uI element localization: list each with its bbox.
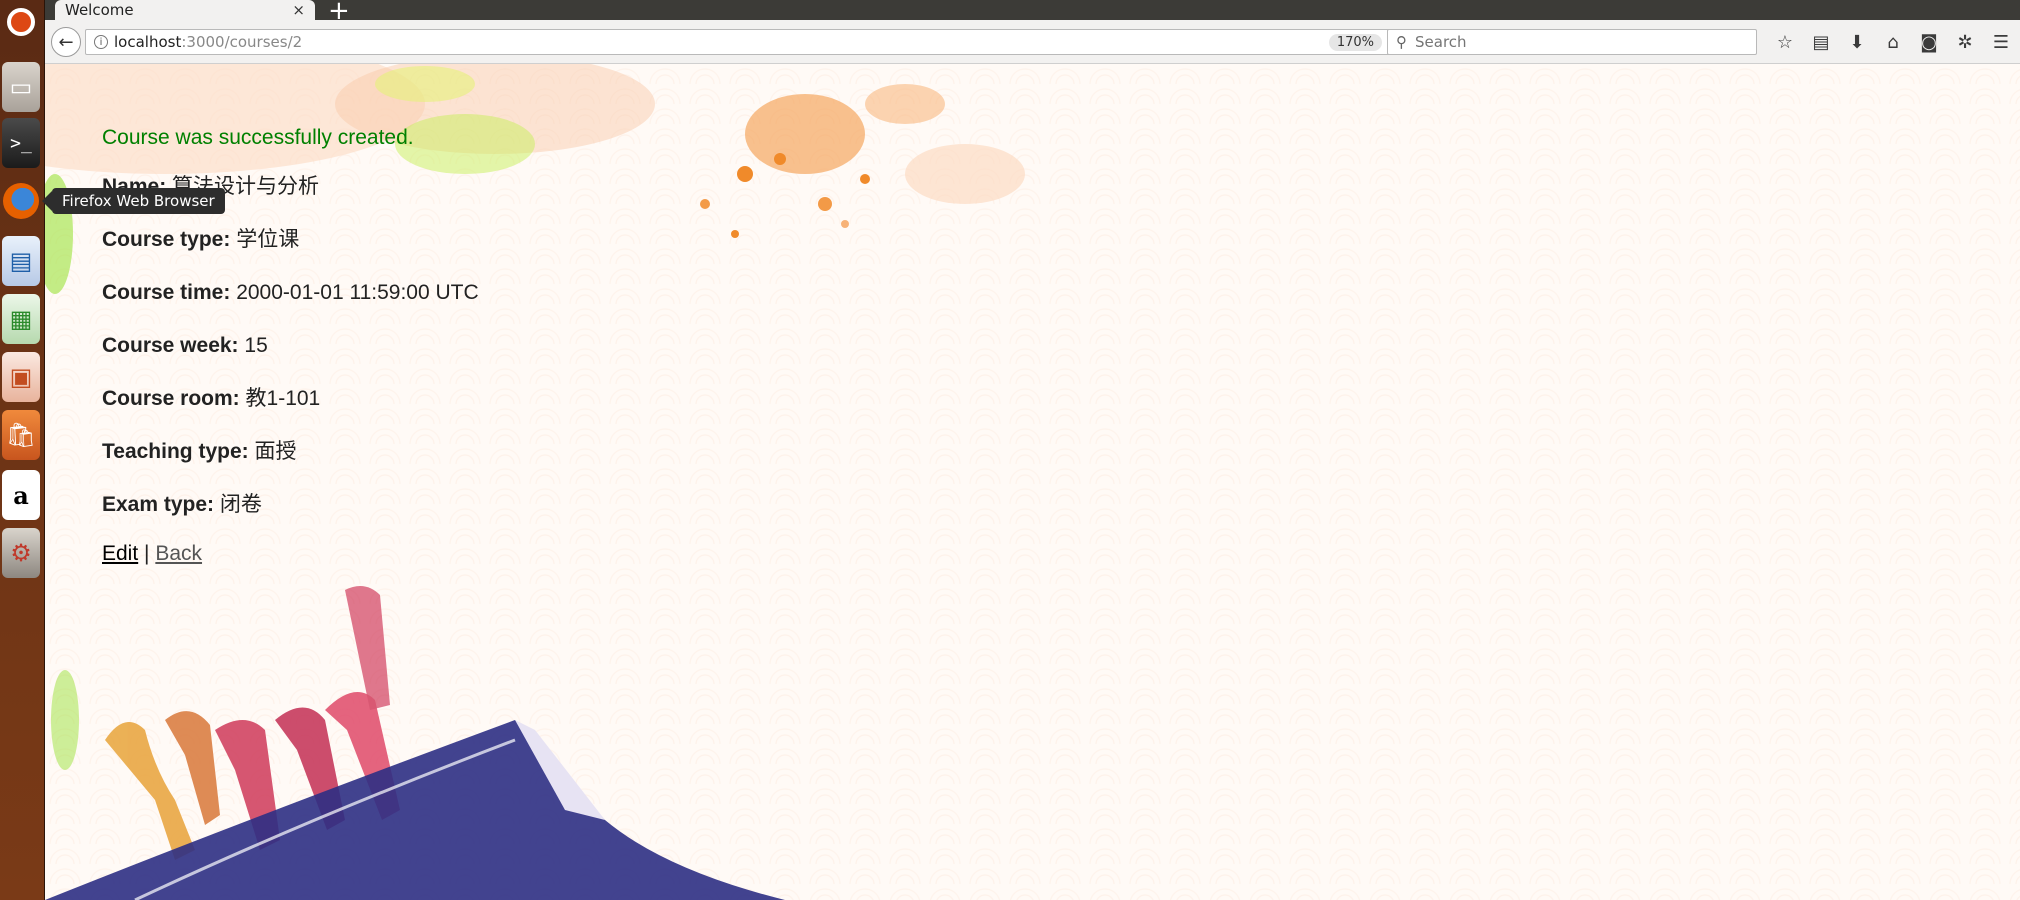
url-path: :3000/courses/2 [181,33,303,51]
field-label: Course room: [102,387,240,410]
field-value: 学位课 [236,228,300,251]
bookmark-star-icon[interactable]: ☆ [1772,29,1798,55]
url-host: localhost [114,33,182,51]
tab-bar: Welcome × + [45,0,2020,26]
field-value: 2000-01-01 11:59:00 UTC [236,281,479,304]
field-course-room: Course room: 教1-101 [102,383,479,415]
field-label: Course time: [102,281,231,304]
pocket-icon[interactable]: ◙ [1916,29,1942,55]
reading-list-icon[interactable]: ▤ [1808,29,1834,55]
extension-icon[interactable]: ✲ [1952,29,1978,55]
firefox-icon[interactable] [2,176,40,226]
link-separator: | [144,542,150,565]
back-button[interactable]: ← [51,27,81,57]
tab-title: Welcome [65,1,134,19]
field-label: Course week: [102,334,239,357]
unity-launcher: ▭ >_ ▤ ▦ ▣ 🛍 a ⚙ [0,0,45,900]
field-exam-type: Exam type: 闭卷 [102,489,479,521]
launcher-tooltip: Firefox Web Browser [42,188,225,214]
system-settings-icon[interactable]: ⚙ [2,528,40,578]
menu-icon[interactable]: ☰ [1988,29,2014,55]
field-label: Course type: [102,228,231,251]
field-label: Exam type: [102,493,215,516]
arrow-left-icon: ← [58,31,74,53]
flash-notice: Course was successfully created. [102,126,414,149]
dancers-book-illustration [45,586,785,900]
search-input[interactable] [1413,32,1756,52]
field-course-type: Course type: 学位课 [102,224,479,256]
field-value: 教1-101 [245,387,321,410]
search-bar[interactable]: ⚲ [1387,29,1757,55]
field-teaching-type: Teaching type: 面授 [102,436,479,468]
field-course-time: Course time: 2000-01-01 11:59:00 UTC [102,277,479,309]
zoom-indicator[interactable]: 170% [1328,33,1382,51]
edit-link[interactable]: Edit [102,542,138,565]
home-icon[interactable]: ⌂ [1880,29,1906,55]
close-tab-icon[interactable]: × [292,1,305,19]
files-icon[interactable]: ▭ [2,62,40,112]
field-value: 面授 [254,440,297,463]
info-icon[interactable]: i [94,35,108,49]
terminal-icon[interactable]: >_ [2,118,40,168]
field-label: Teaching type: [102,440,249,463]
url-bar[interactable]: i localhost :3000/courses/2 170% ↻ [85,29,1420,55]
software-center-icon[interactable]: 🛍 [2,410,40,460]
libreoffice-impress-icon[interactable]: ▣ [2,352,40,402]
action-links: Edit | Back [102,542,479,566]
libreoffice-writer-icon[interactable]: ▤ [2,236,40,286]
field-course-week: Course week: 15 [102,330,479,362]
search-icon: ⚲ [1396,33,1407,51]
navigation-toolbar: ← i localhost :3000/courses/2 170% ↻ ⚲ ☆… [45,20,2020,64]
libreoffice-calc-icon[interactable]: ▦ [2,294,40,344]
amazon-icon[interactable]: a [2,470,40,520]
page-viewport: Course was successfully created. Name: 算… [45,64,2020,900]
tab-welcome[interactable]: Welcome × [55,0,315,20]
back-link[interactable]: Back [155,542,202,565]
ubuntu-dash-icon[interactable] [2,0,40,44]
field-value: 闭卷 [219,493,262,516]
field-value: 15 [244,334,268,357]
download-icon[interactable]: ⬇ [1844,29,1870,55]
